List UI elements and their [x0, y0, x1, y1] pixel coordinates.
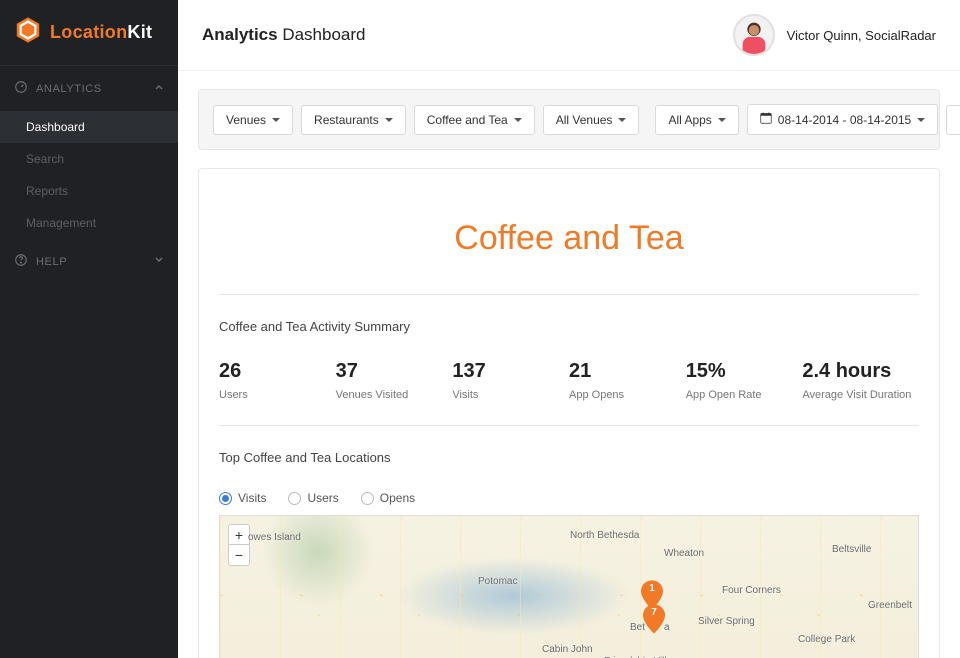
- nav-head-label: HELP: [36, 256, 67, 268]
- filters-row: Venues Restaurants Coffee and Tea All Ve…: [198, 89, 940, 150]
- chevron-down-icon: [154, 255, 164, 268]
- main: Analytics Dashboard Victor Quinn, Social…: [178, 0, 960, 658]
- calendar-icon: [760, 112, 772, 127]
- filter-venues[interactable]: Venues: [213, 105, 293, 135]
- nav-head-help[interactable]: HELP: [0, 239, 178, 284]
- date-range-picker[interactable]: 08-14-2014 - 08-14-2015: [747, 104, 938, 135]
- filter-restaurants[interactable]: Restaurants: [301, 105, 406, 135]
- user-chip[interactable]: Victor Quinn, SocialRadar: [733, 14, 936, 56]
- gauge-icon: [14, 80, 28, 97]
- divider: [219, 425, 919, 426]
- stat-app-open-rate: 15% App Open Rate: [686, 360, 803, 401]
- help-icon: [14, 253, 28, 270]
- caret-down-icon: [917, 118, 925, 122]
- caret-down-icon: [718, 118, 726, 122]
- radio-icon: [219, 492, 232, 505]
- radio-icon: [361, 492, 374, 505]
- stat-users: 26 Users: [219, 360, 336, 401]
- stat-visits: 137 Visits: [452, 360, 569, 401]
- chevron-up-icon: [154, 82, 164, 95]
- nav-section-help: HELP: [0, 239, 178, 284]
- user-name: Victor Quinn, SocialRadar: [787, 28, 936, 43]
- sidebar-item-dashboard[interactable]: Dashboard: [0, 111, 178, 143]
- caret-down-icon: [272, 118, 280, 122]
- page-title: Analytics Dashboard: [202, 25, 366, 45]
- zoom-in-button[interactable]: +: [229, 525, 249, 545]
- metric-radio-row: Visits Users Opens: [219, 491, 919, 505]
- brand-name: LocationKit: [50, 22, 152, 43]
- avatar: [733, 14, 775, 56]
- metric-users[interactable]: Users: [288, 491, 338, 505]
- sidebar: LocationKit ANALYTICS Dashboard Search R…: [0, 0, 178, 658]
- filter-apply-button[interactable]: Filter: [946, 105, 960, 135]
- sidebar-item-reports[interactable]: Reports: [0, 175, 178, 207]
- metric-visits[interactable]: Visits: [219, 491, 266, 505]
- divider: [219, 294, 919, 295]
- pin-count: 7: [643, 607, 665, 618]
- radio-icon: [288, 492, 301, 505]
- filter-all-venues[interactable]: All Venues: [543, 105, 640, 135]
- stat-app-opens: 21 App Opens: [569, 360, 686, 401]
- main-panel: Coffee and Tea Coffee and Tea Activity S…: [198, 168, 940, 658]
- nav-section-analytics: ANALYTICS Dashboard Search Reports Manag…: [0, 66, 178, 239]
- stat-avg-visit-duration: 2.4 hours Average Visit Duration: [802, 360, 919, 401]
- summary-stats: 26 Users 37 Venues Visited 137 Visits 21…: [219, 360, 919, 401]
- nav-head-label: ANALYTICS: [36, 83, 102, 95]
- map-pin[interactable]: 7: [643, 604, 665, 634]
- summary-title: Coffee and Tea Activity Summary: [219, 319, 919, 334]
- content: Venues Restaurants Coffee and Tea All Ve…: [178, 71, 960, 658]
- zoom-out-button[interactable]: −: [229, 545, 249, 565]
- map-zoom-controls: + −: [228, 524, 250, 566]
- locations-title: Top Coffee and Tea Locations: [219, 450, 919, 465]
- caret-down-icon: [385, 118, 393, 122]
- filter-all-apps[interactable]: All Apps: [655, 105, 738, 135]
- caret-down-icon: [514, 118, 522, 122]
- brand-logo[interactable]: LocationKit: [0, 0, 178, 66]
- map-tiles: [220, 516, 918, 658]
- filter-coffee-tea[interactable]: Coffee and Tea: [414, 105, 535, 135]
- sidebar-item-management[interactable]: Management: [0, 207, 178, 239]
- nav-head-analytics[interactable]: ANALYTICS: [0, 66, 178, 111]
- pin-count: 1: [641, 583, 663, 594]
- category-title: Coffee and Tea: [219, 219, 919, 258]
- logo-mark-icon: [14, 16, 42, 49]
- map[interactable]: + − owes IslandNorth BethesdaWheatonBelt…: [219, 515, 919, 658]
- nav-items-analytics: Dashboard Search Reports Management: [0, 111, 178, 239]
- caret-down-icon: [618, 118, 626, 122]
- sidebar-item-search[interactable]: Search: [0, 143, 178, 175]
- stat-venues-visited: 37 Venues Visited: [336, 360, 453, 401]
- topbar: Analytics Dashboard Victor Quinn, Social…: [178, 0, 960, 71]
- metric-opens[interactable]: Opens: [361, 491, 415, 505]
